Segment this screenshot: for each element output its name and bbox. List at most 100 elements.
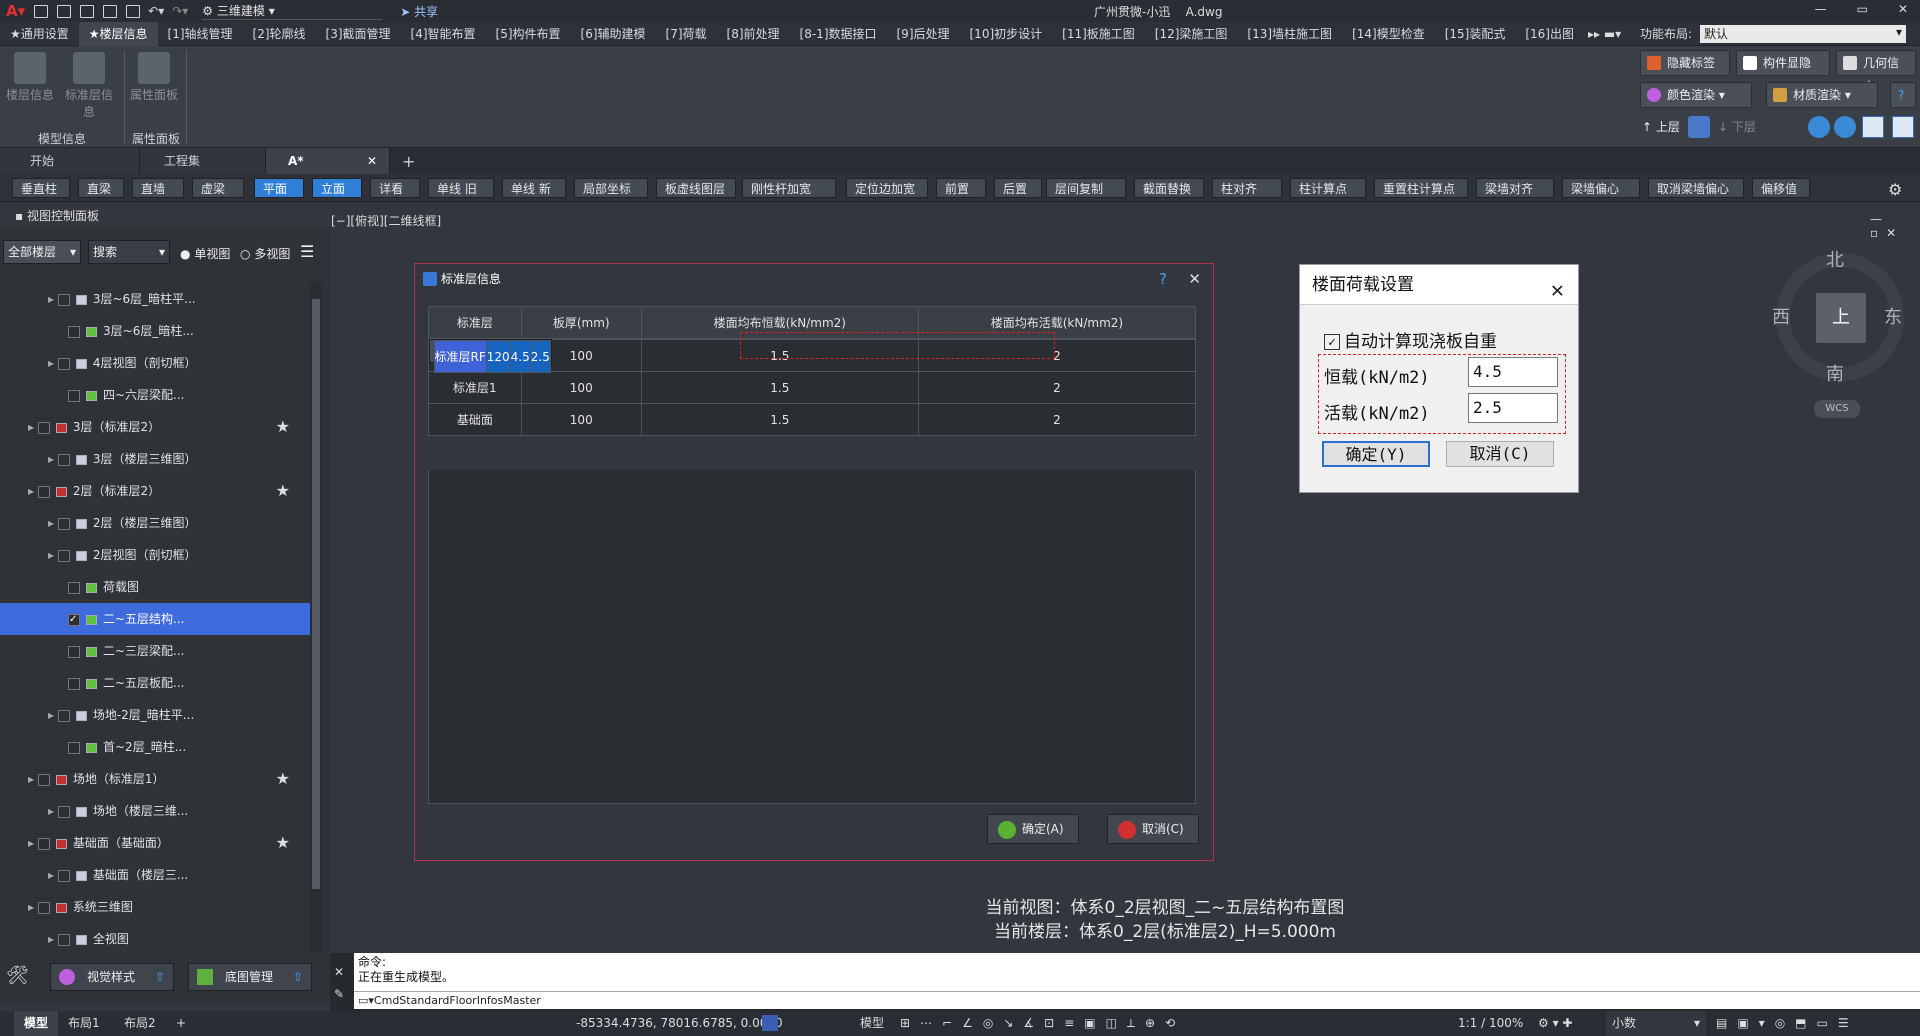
tree-item[interactable]: ▸ 2层（标准层2） ★ (0, 475, 310, 507)
tree-item[interactable]: ▸ 基础面（基础面） ★ (0, 827, 310, 859)
minimize-button[interactable]: — (1815, 2, 1827, 16)
menu-item[interactable]: [8]前处理 (717, 22, 790, 46)
tab-active-drawing[interactable]: A* ✕ (266, 148, 390, 174)
table-cell[interactable]: 1.5 (640, 371, 919, 404)
load-cancel-button[interactable]: 取消(C) (1446, 441, 1554, 467)
tree-item[interactable]: ▸ 2层视图（剖切框） (0, 539, 310, 571)
app-logo[interactable]: A▾ (6, 2, 25, 20)
expand-icon[interactable]: ▸ (48, 708, 58, 722)
gear-icon[interactable]: ⚙ ▾ ✚ (1538, 1011, 1572, 1036)
wrench-icon[interactable]: ✎ (334, 987, 344, 1001)
toolbar-button[interactable]: 虚梁 (192, 178, 244, 198)
tools-icon[interactable]: 🛠 (6, 965, 32, 989)
checkbox-icon[interactable] (37, 837, 50, 850)
tree-item[interactable]: ▸ 3层（标准层2） ★ (0, 411, 310, 443)
toolbar-button[interactable]: 层间复制 (1046, 178, 1126, 198)
checkbox-icon[interactable] (57, 869, 70, 882)
checkbox-icon[interactable] (68, 677, 80, 690)
snap-icon[interactable] (762, 1015, 778, 1031)
toolbar-button[interactable]: 前置 (936, 178, 986, 198)
menu-item[interactable]: [1]轴线管理 (158, 22, 243, 46)
checkbox-icon[interactable] (68, 389, 80, 402)
menu-more-icon[interactable]: ▸▸ ▬▾ (1588, 27, 1621, 41)
star-icon[interactable]: ★ (276, 827, 290, 859)
property-panel-button[interactable]: 属性面板 (130, 46, 178, 103)
grid-icon[interactable] (1892, 116, 1914, 138)
menu-item[interactable]: [8-1]数据接口 (790, 22, 887, 46)
tree-scrollbar[interactable] (310, 283, 322, 953)
tree-item[interactable]: ▸ 基础面（楼层三... (0, 859, 310, 891)
print-icon[interactable] (126, 4, 141, 18)
close-button[interactable]: ✕ (1898, 2, 1908, 16)
dead-load-input[interactable]: 4.5 (1468, 357, 1558, 387)
close-icon[interactable]: ✕ (334, 965, 344, 979)
layout-icon[interactable] (1862, 116, 1884, 138)
toolbar-button[interactable]: 局部坐标 (574, 178, 648, 198)
menu-item[interactable]: [12]梁施工图 (1145, 22, 1238, 46)
expand-icon[interactable]: ▸ (48, 548, 58, 562)
expand-icon[interactable]: ▸ (48, 452, 58, 466)
checkbox-icon[interactable] (37, 901, 50, 914)
tab-layout1[interactable]: 布局1 (68, 1011, 100, 1036)
checkbox-icon[interactable] (57, 933, 70, 946)
toolbar-button[interactable]: 刚性杆加宽 (742, 178, 836, 198)
toolbar-button[interactable]: 详看 (370, 178, 420, 198)
checkbox-icon[interactable] (57, 805, 70, 818)
checkbox-icon[interactable] (57, 357, 70, 370)
table-row[interactable]: 基础面 100 1.5 2 (428, 403, 1197, 436)
compass-west[interactable]: 西 (1772, 303, 1790, 329)
table-row[interactable]: 标准层RF 120 4.5 2.5 (428, 339, 552, 373)
save-icon[interactable] (80, 4, 95, 18)
tree-item[interactable]: ▸ 3层~6层_暗柱平... (0, 283, 310, 315)
checkbox-icon[interactable] (57, 709, 70, 722)
tree-item[interactable]: ▸ 4层视图（剖切框） (0, 347, 310, 379)
tree-item[interactable]: ▸ 3层（楼层三维图） (0, 443, 310, 475)
menu-item[interactable]: [4]智能布置 (401, 22, 486, 46)
toolbar-button[interactable]: 重置柱计算点 (1374, 178, 1468, 198)
toolbar-button[interactable]: 梁墙对齐 (1476, 178, 1554, 198)
view-cube-top[interactable]: 上 (1816, 293, 1866, 343)
table-cell[interactable]: 100 (520, 371, 642, 404)
tab-start[interactable]: 开始 (0, 148, 140, 174)
menu-item[interactable]: [15]装配式 (1435, 22, 1516, 46)
visual-style-button[interactable]: 视觉样式 ⇧ (50, 963, 174, 991)
tree-item[interactable]: ▸ 系统三维图 (0, 891, 310, 923)
scrollbar-thumb[interactable] (312, 299, 320, 889)
toolbar-button[interactable]: 定位边加宽 (846, 178, 928, 198)
workspace-select[interactable]: ⚙ 三维建模 ▾ (202, 2, 383, 20)
auto-calc-checkbox[interactable]: ✓ 自动计算现浇板自重 (1324, 327, 1497, 352)
status-toggle-icons[interactable]: ⊞⋯⌐∠◎↘∡⊡≡▣◫⟂⊕⟲ (900, 1011, 1185, 1036)
toolbar-button[interactable]: 立面 (312, 178, 362, 198)
material-render-button[interactable]: 材质渲染 ▾ (1766, 82, 1878, 108)
menu-item[interactable]: [9]后处理 (887, 22, 960, 46)
checkbox-icon[interactable] (68, 741, 80, 754)
search-input[interactable]: 搜索 ▾ (88, 240, 170, 264)
component-visibility-button[interactable]: 构件显隐 (1736, 50, 1830, 76)
add-tab-icon[interactable]: + (402, 152, 415, 171)
expand-icon[interactable]: ▸ (48, 356, 58, 370)
checkbox-icon[interactable] (57, 453, 70, 466)
color-render-button[interactable]: 颜色渲染 ▾ (1640, 82, 1752, 108)
compass-east[interactable]: 东 (1884, 303, 1902, 329)
menu-item[interactable]: ★通用设置 (0, 22, 79, 46)
floor-info-button[interactable]: 楼层信息 (6, 46, 54, 103)
expand-icon[interactable]: ▸ (28, 484, 38, 498)
toolbar-button[interactable]: 梁墙偏心 (1562, 178, 1640, 198)
undo-icon[interactable]: ↶▾ (148, 4, 164, 18)
new-icon[interactable] (34, 4, 49, 18)
checkbox-icon[interactable] (68, 645, 80, 658)
tree-item[interactable]: 二~五层板配... (0, 667, 310, 699)
help-button[interactable]: ? (1890, 82, 1916, 108)
expand-icon[interactable]: ▸ (48, 292, 58, 306)
table-cell[interactable]: 标准层1 (428, 371, 522, 404)
toolbar-button[interactable]: 板虚线图层 (656, 178, 736, 198)
checkbox-icon[interactable] (37, 773, 50, 786)
expand-icon[interactable]: ▸ (28, 836, 38, 850)
close-icon[interactable]: ✕ (1551, 271, 1564, 311)
base-map-button[interactable]: 底图管理 ⇧ (188, 963, 312, 991)
menu-item[interactable]: [11]板施工图 (1052, 22, 1145, 46)
menu-item[interactable]: [5]构件布置 (486, 22, 571, 46)
toolbar-button[interactable]: 平面 (254, 178, 304, 198)
panel-menu-icon[interactable]: ☰ (300, 242, 320, 262)
checkbox-icon[interactable] (37, 485, 50, 498)
